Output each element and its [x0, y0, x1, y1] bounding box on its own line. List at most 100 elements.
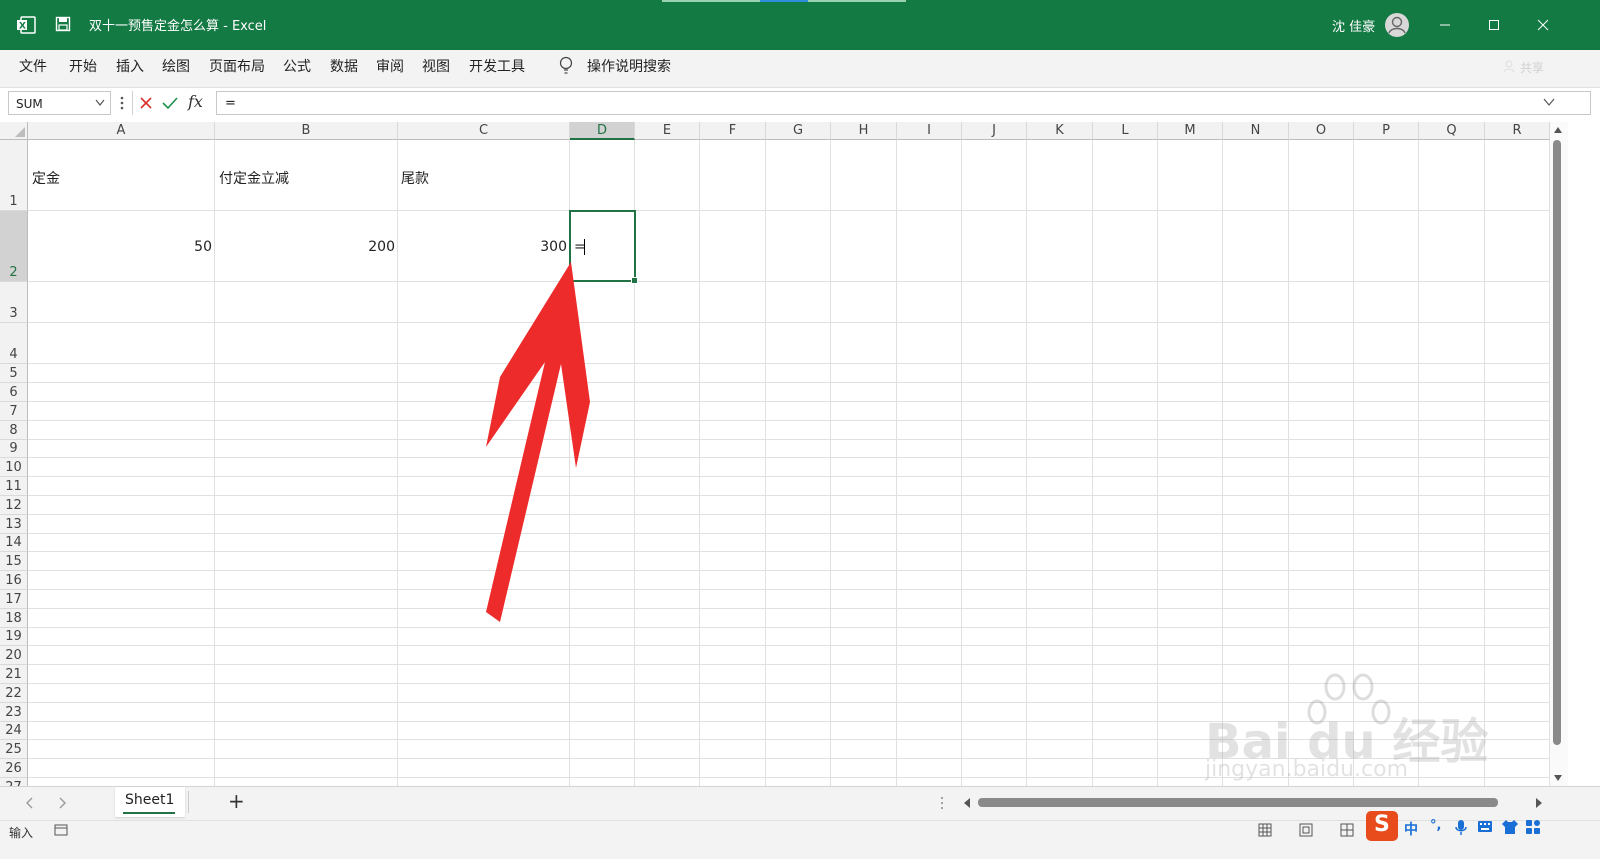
insert-function-button[interactable]: fx	[188, 92, 203, 111]
column-header[interactable]: E	[635, 122, 700, 140]
row-header[interactable]: 8	[0, 421, 28, 440]
avatar[interactable]	[1384, 12, 1410, 38]
row-header[interactable]: 4	[0, 323, 28, 364]
row-header[interactable]: 9	[0, 440, 28, 458]
row-header[interactable]: 1	[0, 140, 28, 211]
enter-check-icon[interactable]	[162, 96, 178, 110]
column-header[interactable]: Q	[1419, 122, 1485, 140]
column-header[interactable]: N	[1223, 122, 1289, 140]
sogou-ime-logo[interactable]: S	[1366, 811, 1398, 841]
minimize-button[interactable]	[1421, 0, 1469, 50]
expand-formula-icon[interactable]	[1543, 97, 1555, 107]
tab-view[interactable]: 视图	[422, 56, 450, 76]
row-header[interactable]: 18	[0, 609, 28, 628]
tab-splitter-icon[interactable]	[940, 796, 944, 810]
column-header[interactable]: R	[1485, 122, 1550, 140]
column-header[interactable]: L	[1093, 122, 1158, 140]
cell-a2[interactable]: 50	[160, 239, 212, 255]
tab-data[interactable]: 数据	[330, 56, 358, 76]
row-header[interactable]: 16	[0, 571, 28, 590]
skin-shirt-icon[interactable]	[1501, 819, 1519, 835]
row-header[interactable]: 12	[0, 496, 28, 515]
tab-file[interactable]: 文件	[19, 56, 47, 76]
normal-view-icon[interactable]	[1258, 823, 1272, 837]
select-all-corner[interactable]	[0, 122, 28, 140]
column-header[interactable]: M	[1158, 122, 1223, 140]
row-header[interactable]: 11	[0, 477, 28, 496]
row-header[interactable]: 24	[0, 722, 28, 740]
page-layout-view-icon[interactable]	[1299, 823, 1313, 837]
row-header[interactable]: 22	[0, 684, 28, 703]
save-icon[interactable]	[55, 16, 71, 32]
column-header[interactable]: P	[1354, 122, 1419, 140]
cell-b2[interactable]: 200	[343, 239, 395, 255]
column-header[interactable]: O	[1289, 122, 1354, 140]
tab-page-layout[interactable]: 页面布局	[209, 56, 265, 76]
cell-a1[interactable]: 定金	[32, 168, 60, 188]
row-header[interactable]: 6	[0, 383, 28, 402]
more-options-icon[interactable]	[120, 95, 124, 111]
vertical-scrollbar[interactable]	[1550, 122, 1568, 786]
column-header[interactable]: C	[398, 122, 570, 140]
keyboard-icon[interactable]	[1477, 820, 1493, 834]
maximize-button[interactable]	[1470, 0, 1518, 50]
row-header[interactable]: 15	[0, 552, 28, 571]
scroll-down-icon[interactable]	[1553, 774, 1563, 782]
column-header[interactable]: H	[831, 122, 897, 140]
close-button[interactable]	[1519, 0, 1567, 50]
column-header[interactable]: F	[700, 122, 766, 140]
vertical-scroll-thumb[interactable]	[1553, 140, 1561, 745]
sheet-next-icon[interactable]	[59, 797, 67, 809]
row-header[interactable]: 7	[0, 402, 28, 421]
ime-language-toggle[interactable]: 中	[1404, 819, 1418, 839]
column-header[interactable]: A	[28, 122, 215, 140]
column-header-selected[interactable]: D	[570, 122, 635, 140]
row-header[interactable]: 27	[0, 778, 28, 786]
row-header[interactable]: 20	[0, 646, 28, 665]
scroll-up-icon[interactable]	[1553, 126, 1563, 134]
worksheet-grid[interactable]: A B C D E F G H I J K L M N O P Q R 1 2 …	[0, 122, 1600, 786]
tell-me-search[interactable]: 操作说明搜索	[587, 56, 671, 76]
row-header[interactable]: 17	[0, 590, 28, 609]
horizontal-scroll-thumb[interactable]	[978, 798, 1498, 807]
chevron-down-icon[interactable]	[95, 99, 105, 107]
tab-review[interactable]: 审阅	[376, 56, 404, 76]
macro-record-icon[interactable]	[54, 824, 68, 836]
row-header[interactable]: 14	[0, 534, 28, 552]
row-header[interactable]: 19	[0, 628, 28, 646]
fill-handle[interactable]	[631, 277, 638, 284]
scroll-left-icon[interactable]	[963, 797, 971, 809]
row-header[interactable]: 26	[0, 759, 28, 778]
row-header[interactable]: 13	[0, 515, 28, 534]
column-header[interactable]: B	[215, 122, 398, 140]
row-header[interactable]: 10	[0, 458, 28, 477]
row-header[interactable]: 25	[0, 740, 28, 759]
row-header[interactable]: 5	[0, 364, 28, 383]
sheet-prev-icon[interactable]	[25, 797, 33, 809]
share-button[interactable]: 共享	[1520, 59, 1544, 76]
tab-draw[interactable]: 绘图	[162, 56, 190, 76]
cancel-icon[interactable]	[139, 96, 153, 110]
add-sheet-button[interactable]: +	[228, 789, 245, 813]
name-box[interactable]: SUM	[8, 91, 111, 115]
column-header[interactable]: I	[897, 122, 962, 140]
tab-formulas[interactable]: 公式	[283, 56, 311, 76]
page-break-view-icon[interactable]	[1340, 823, 1354, 837]
cell-c2[interactable]: 300	[515, 239, 567, 255]
row-header-selected[interactable]: 2	[0, 211, 28, 282]
column-header[interactable]: G	[766, 122, 831, 140]
tab-home[interactable]: 开始	[69, 56, 97, 76]
tab-developer[interactable]: 开发工具	[469, 56, 525, 76]
cell-b1[interactable]: 付定金立减	[219, 168, 289, 188]
scroll-right-icon[interactable]	[1535, 797, 1543, 809]
ime-punctuation-toggle[interactable]: °,	[1430, 818, 1441, 833]
tab-insert[interactable]: 插入	[116, 56, 144, 76]
toolbox-grid-icon[interactable]	[1525, 819, 1541, 835]
user-name[interactable]: 沈 佳豪	[1332, 16, 1375, 35]
column-header[interactable]: K	[1027, 122, 1093, 140]
cell-c1[interactable]: 尾款	[401, 168, 429, 188]
row-header[interactable]: 3	[0, 282, 28, 323]
formula-input[interactable]: =	[216, 91, 1591, 115]
microphone-icon[interactable]	[1455, 819, 1467, 837]
column-header[interactable]: J	[962, 122, 1027, 140]
